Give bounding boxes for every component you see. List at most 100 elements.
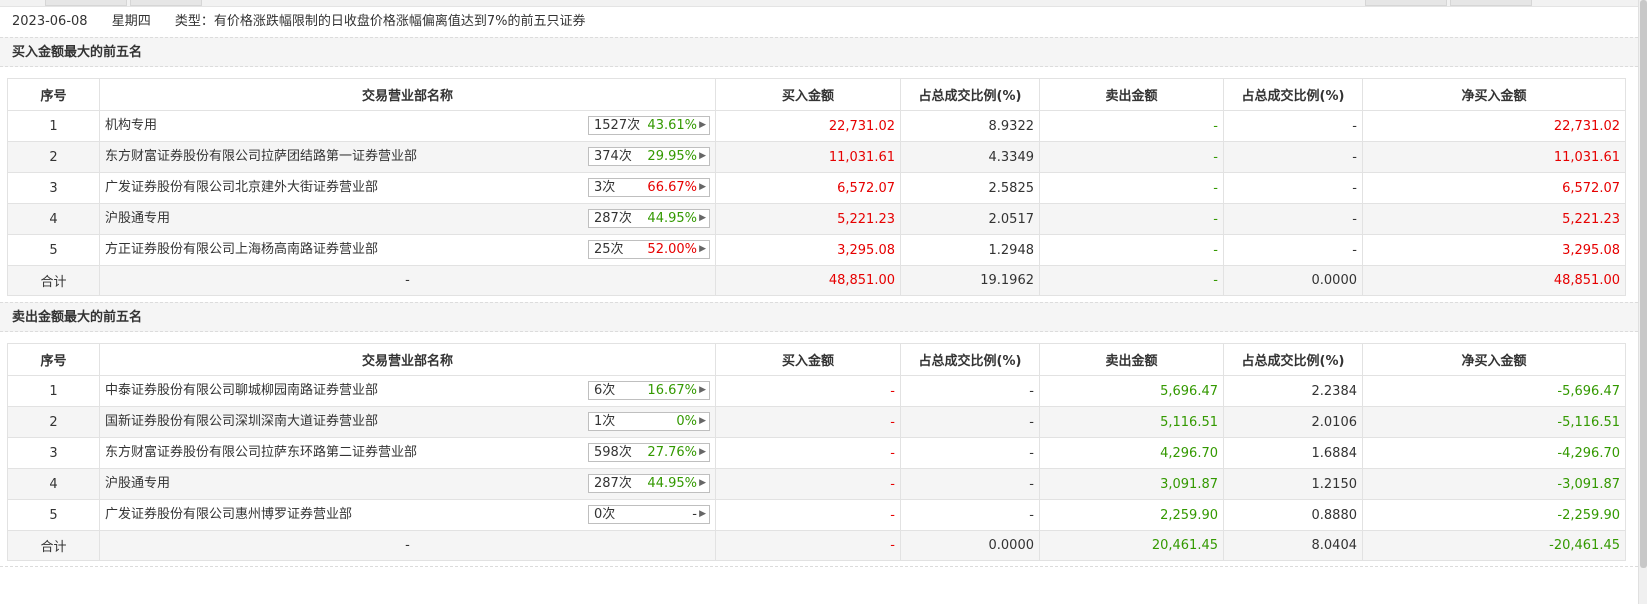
net-amount: 3,295.08 — [1362, 234, 1626, 266]
branch-name-cell: 沪股通专用 287次 44.95% ▶ — [99, 203, 716, 235]
sell-amount: 2,259.90 — [1039, 499, 1224, 531]
type-value: 有价格涨跌幅限制的日收盘价格涨幅偏离值达到7%的前五只证券 — [213, 14, 586, 29]
listing-count: 374次 — [594, 149, 632, 164]
buy-top5-table: 序号 交易营业部名称 买入金额 占总成交比例(%) 卖出金额 占总成交比例(%)… — [7, 78, 1626, 296]
buy-ratio: 1.2948 — [900, 234, 1040, 266]
listing-rate: 16.67% — [647, 383, 697, 398]
row-seq: 3 — [7, 437, 100, 469]
listing-count: 1527次 — [594, 118, 641, 133]
branch-name[interactable]: 方正证券股份有限公司上海杨高南路证券营业部 — [105, 236, 378, 265]
sell-ratio: - — [1223, 110, 1363, 142]
branch-name[interactable]: 东方财富证券股份有限公司拉萨团结路第一证券营业部 — [105, 143, 417, 172]
col-sell-ratio[interactable]: 占总成交比例(%) — [1223, 78, 1363, 111]
total-buy-amount: - — [715, 530, 901, 561]
listing-stats-badge[interactable]: 598次 27.76% ▶ — [588, 443, 710, 462]
toolbar-tab[interactable] — [130, 0, 202, 6]
triangle-right-icon: ▶ — [699, 244, 706, 254]
branch-name-cell: 方正证券股份有限公司上海杨高南路证券营业部 25次 52.00% ▶ — [99, 234, 716, 266]
vertical-scrollbar[interactable] — [1638, 0, 1647, 604]
col-sell[interactable]: 卖出金额 — [1039, 78, 1224, 111]
col-buy[interactable]: 买入金额 — [715, 78, 901, 111]
branch-name[interactable]: 中泰证券股份有限公司聊城柳园南路证券营业部 — [105, 377, 378, 406]
top-toolbar-strip — [0, 0, 1638, 7]
col-name: 交易营业部名称 — [99, 343, 716, 376]
table-header-row: 序号 交易营业部名称 买入金额 占总成交比例(%) 卖出金额 占总成交比例(%)… — [7, 78, 1626, 111]
branch-name[interactable]: 广发证券股份有限公司惠州博罗证券营业部 — [105, 501, 352, 530]
branch-name[interactable]: 国新证券股份有限公司深圳深南大道证券营业部 — [105, 408, 378, 437]
listing-count: 287次 — [594, 211, 632, 226]
branch-name[interactable]: 东方财富证券股份有限公司拉萨东环路第二证券营业部 — [105, 439, 417, 468]
sell-amount: - — [1039, 110, 1224, 142]
branch-name-cell: 广发证券股份有限公司惠州博罗证券营业部 0次 - ▶ — [99, 499, 716, 531]
col-sell-ratio[interactable]: 占总成交比例(%) — [1223, 343, 1363, 376]
buy-ratio: - — [900, 375, 1040, 407]
row-seq: 1 — [7, 110, 100, 142]
buy-amount: - — [715, 437, 901, 469]
sell-ratio: 2.2384 — [1223, 375, 1363, 407]
listing-stats-badge[interactable]: 0次 - ▶ — [588, 505, 710, 524]
listing-stats-badge[interactable]: 1527次 43.61% ▶ — [588, 116, 710, 135]
sell-amount: 5,116.51 — [1039, 406, 1224, 438]
sell-amount: - — [1039, 172, 1224, 204]
table-row: 5 方正证券股份有限公司上海杨高南路证券营业部 25次 52.00% ▶ 3,2… — [7, 234, 1626, 266]
table-row: 2 国新证券股份有限公司深圳深南大道证券营业部 1次 0% ▶ - - 5,11… — [7, 406, 1626, 438]
listing-stats-badge[interactable]: 1次 0% ▶ — [588, 412, 710, 431]
col-seq: 序号 — [7, 343, 100, 376]
net-amount: 5,221.23 — [1362, 203, 1626, 235]
listing-stats-badge[interactable]: 6次 16.67% ▶ — [588, 381, 710, 400]
type-label: 类型： — [174, 14, 214, 29]
branch-name[interactable]: 机构专用 — [105, 112, 157, 141]
branch-name[interactable]: 沪股通专用 — [105, 470, 170, 499]
buy-ratio: 8.9322 — [900, 110, 1040, 142]
toolbar-tab[interactable] — [1365, 0, 1447, 6]
col-buy[interactable]: 买入金额 — [715, 343, 901, 376]
section-divider — [0, 566, 1638, 567]
triangle-right-icon: ▶ — [699, 151, 706, 161]
col-name: 交易营业部名称 — [99, 78, 716, 111]
col-net[interactable]: 净买入金额 — [1362, 343, 1626, 376]
toolbar-tab[interactable] — [1450, 0, 1532, 6]
buy-ratio: 4.3349 — [900, 141, 1040, 173]
total-label: 合计 — [7, 265, 100, 296]
net-amount: -2,259.90 — [1362, 499, 1626, 531]
table-row: 3 东方财富证券股份有限公司拉萨东环路第二证券营业部 598次 27.76% ▶… — [7, 437, 1626, 469]
scrollbar-thumb[interactable] — [1640, 0, 1647, 568]
listing-stats-badge[interactable]: 25次 52.00% ▶ — [588, 240, 710, 259]
listing-count: 287次 — [594, 476, 632, 491]
sell-section-title: 卖出金额最大的前五名 — [0, 302, 1638, 332]
triangle-right-icon: ▶ — [699, 182, 706, 192]
branch-name[interactable]: 广发证券股份有限公司北京建外大街证券营业部 — [105, 174, 378, 203]
row-seq: 1 — [7, 375, 100, 407]
sell-amount: 5,696.47 — [1039, 375, 1224, 407]
triangle-right-icon: ▶ — [699, 120, 706, 130]
col-buy-ratio[interactable]: 占总成交比例(%) — [900, 343, 1040, 376]
total-label: 合计 — [7, 530, 100, 561]
row-seq: 3 — [7, 172, 100, 204]
sell-ratio: - — [1223, 141, 1363, 173]
branch-name-cell: 机构专用 1527次 43.61% ▶ — [99, 110, 716, 142]
listing-count: 598次 — [594, 445, 632, 460]
listing-stats-badge[interactable]: 287次 44.95% ▶ — [588, 209, 710, 228]
triangle-right-icon: ▶ — [699, 213, 706, 223]
listing-stats-badge[interactable]: 3次 66.67% ▶ — [588, 178, 710, 197]
listing-stats-badge[interactable]: 374次 29.95% ▶ — [588, 147, 710, 166]
col-sell[interactable]: 卖出金额 — [1039, 343, 1224, 376]
table-row: 3 广发证券股份有限公司北京建外大街证券营业部 3次 66.67% ▶ 6,57… — [7, 172, 1626, 204]
listing-rate: 43.61% — [647, 118, 697, 133]
listing-rate: 66.67% — [647, 180, 697, 195]
row-seq: 4 — [7, 468, 100, 500]
listing-stats-badge[interactable]: 287次 44.95% ▶ — [588, 474, 710, 493]
branch-name-cell: 广发证券股份有限公司北京建外大街证券营业部 3次 66.67% ▶ — [99, 172, 716, 204]
toolbar-tab[interactable] — [45, 0, 127, 6]
buy-ratio: - — [900, 499, 1040, 531]
listing-count: 3次 — [594, 180, 616, 195]
triangle-right-icon: ▶ — [699, 509, 706, 519]
total-sell-amount: 20,461.45 — [1039, 530, 1224, 561]
net-amount: -5,116.51 — [1362, 406, 1626, 438]
col-net[interactable]: 净买入金额 — [1362, 78, 1626, 111]
trade-date: 2023-06-08 — [12, 14, 88, 29]
col-buy-ratio[interactable]: 占总成交比例(%) — [900, 78, 1040, 111]
branch-name-cell: 中泰证券股份有限公司聊城柳园南路证券营业部 6次 16.67% ▶ — [99, 375, 716, 407]
branch-name[interactable]: 沪股通专用 — [105, 205, 170, 234]
listing-rate: 29.95% — [647, 149, 697, 164]
